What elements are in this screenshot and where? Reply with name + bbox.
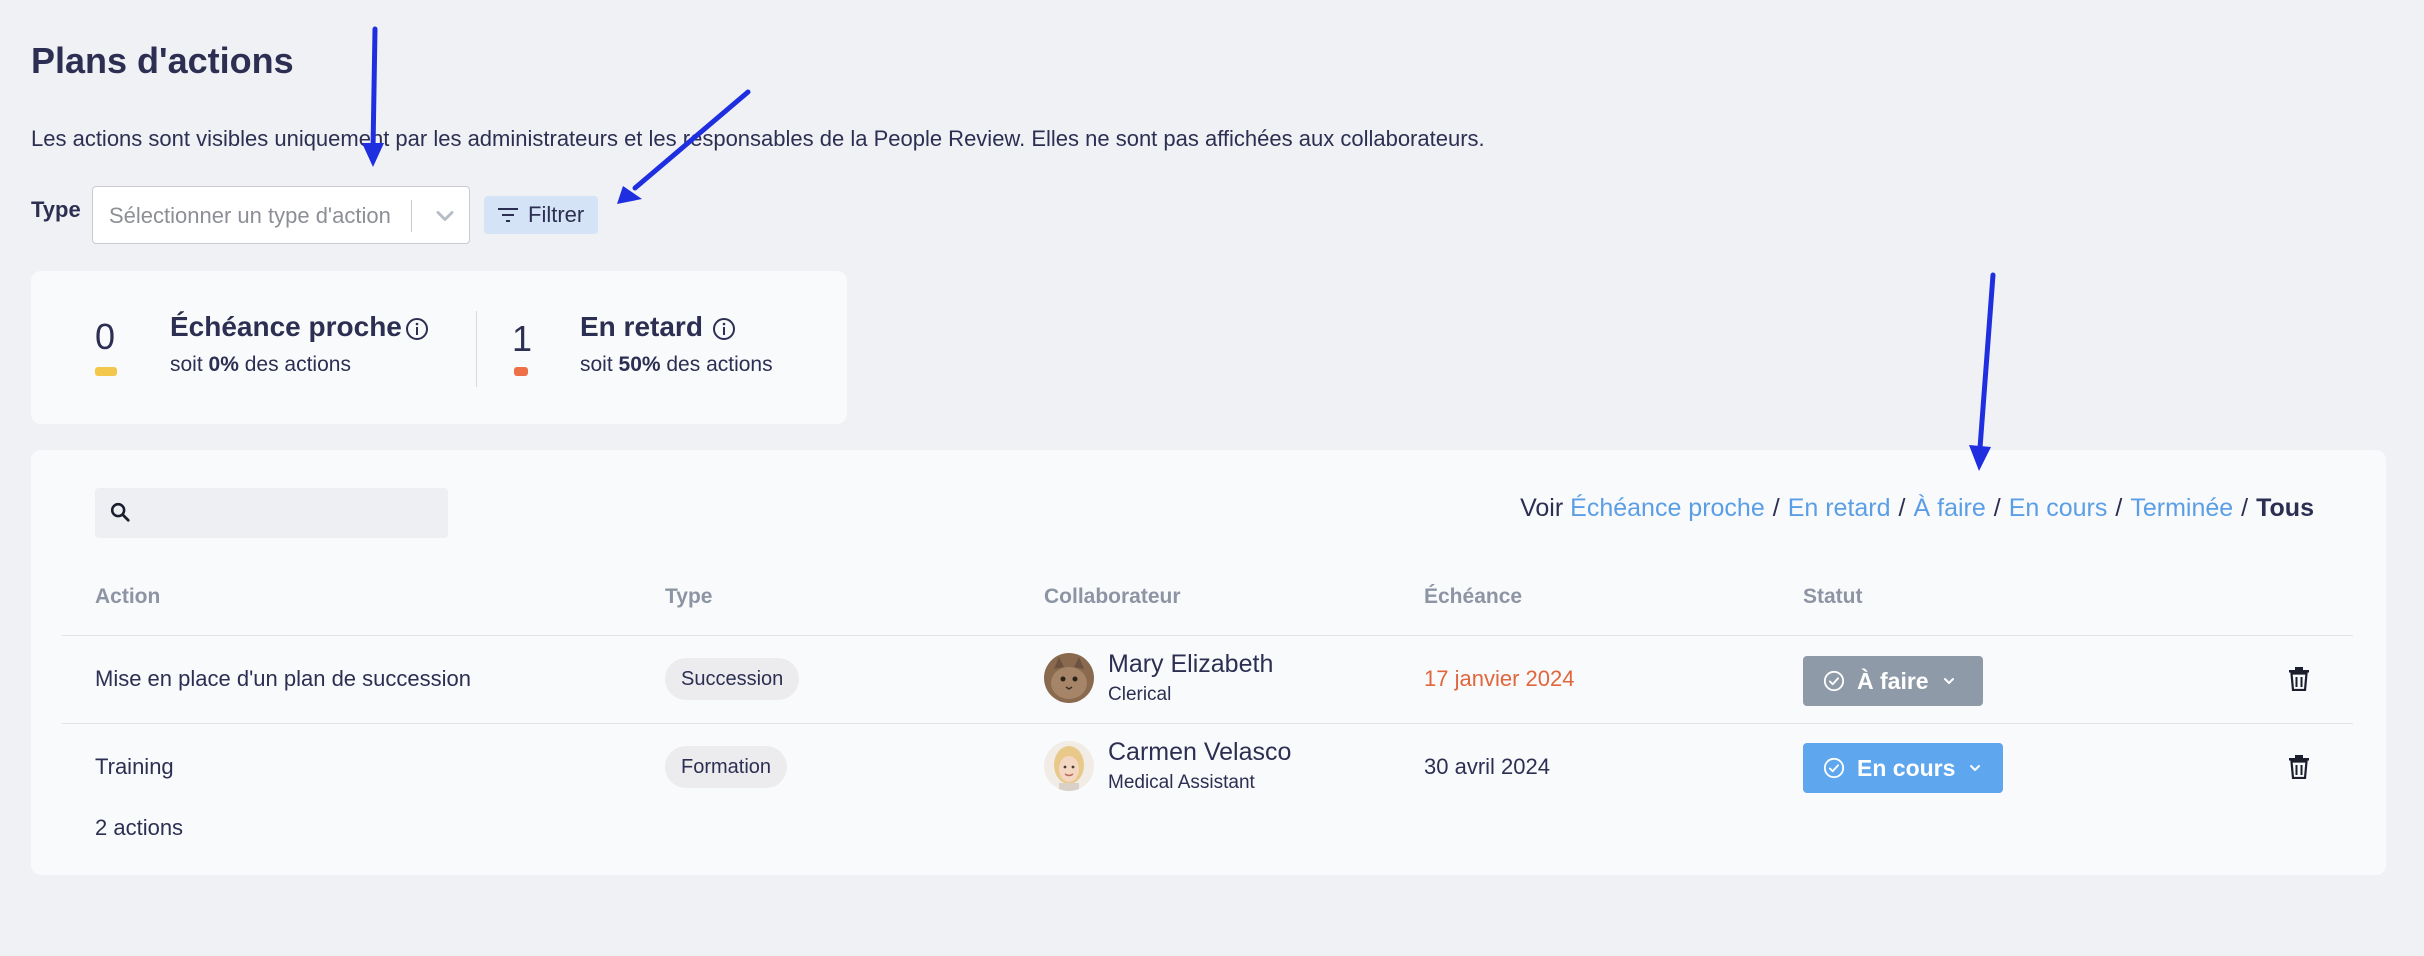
due-date: 17 janvier 2024	[1424, 666, 1575, 691]
column-header-type[interactable]: Type	[665, 585, 712, 609]
view-link-all[interactable]: Tous	[2256, 494, 2314, 522]
collaborator-name: Carmen Velasco	[1108, 738, 1292, 766]
view-separator: /	[1772, 494, 1780, 522]
filter-button-label: Filtrer	[528, 202, 585, 227]
check-circle-icon	[1823, 757, 1845, 779]
filter-icon	[498, 208, 518, 222]
collaborator-name: Mary Elizabeth	[1108, 650, 1274, 678]
trash-icon[interactable]	[2288, 755, 2310, 779]
trash-icon[interactable]	[2288, 667, 2310, 691]
status-dropdown[interactable]: À faire	[1803, 656, 1983, 706]
due-soon-count: 0	[95, 316, 116, 357]
view-separator: /	[1898, 494, 1906, 522]
late-title: En retard	[580, 311, 703, 342]
chevron-down-icon[interactable]	[431, 202, 459, 230]
view-separator: /	[2115, 494, 2123, 522]
column-header-status[interactable]: Statut	[1803, 585, 1863, 609]
chevron-down-icon	[1970, 765, 1981, 771]
late-count: 1	[512, 318, 533, 359]
search-input[interactable]	[95, 488, 448, 538]
due-soon-title: Échéance proche	[170, 311, 402, 342]
page-title: Plans d'actions	[31, 40, 294, 81]
due-date: 30 avril 2024	[1424, 754, 1550, 779]
kpi-divider	[476, 311, 477, 387]
view-link-late[interactable]: En retard	[1788, 494, 1891, 522]
page: Plans d'actions Les actions sont visible…	[0, 0, 2424, 956]
header-divider	[62, 635, 2353, 636]
type-tag: Succession	[665, 658, 800, 700]
check-circle-icon	[1823, 670, 1845, 692]
row-divider	[62, 723, 2353, 724]
page-description: Les actions sont visibles uniquement par…	[31, 126, 1485, 151]
view-separator: /	[2241, 494, 2249, 522]
late-subtitle: soit 50% des actions	[580, 353, 773, 376]
chevron-down-icon	[1943, 678, 1954, 684]
action-type-placeholder: Sélectionner un type d'action	[109, 203, 391, 228]
info-icon[interactable]	[405, 317, 429, 341]
view-filter: Voir Échéance proche / En retard / À faire / E…	[1520, 494, 2314, 523]
avatar	[1044, 653, 1094, 703]
due-soon-indicator	[95, 367, 117, 376]
actions-table-card: Voir Échéance proche / En retard / À faire / E…	[31, 450, 2386, 875]
column-header-due-date[interactable]: Échéance	[1424, 585, 1522, 609]
view-separator: /	[1993, 494, 2001, 522]
column-header-action[interactable]: Action	[95, 585, 160, 609]
late-indicator	[514, 367, 528, 376]
view-filter-label: Voir	[1520, 494, 1564, 522]
collaborator-role: Medical Assistant	[1108, 772, 1255, 793]
type-tag: Formation	[665, 746, 788, 788]
due-soon-percent: 0%	[208, 353, 239, 376]
view-link-done[interactable]: Terminée	[2130, 494, 2233, 522]
avatar	[1044, 741, 1094, 791]
view-link-due-soon[interactable]: Échéance proche	[1570, 494, 1765, 522]
kpi-card: 0 Échéance proche soit 0% des actions 1 …	[31, 271, 847, 424]
collaborator-role: Clerical	[1108, 684, 1172, 705]
row-action: Mise en place d'un plan de succession	[95, 666, 471, 691]
filter-button[interactable]: Filtrer	[484, 196, 598, 234]
late-percent: 50%	[618, 353, 661, 376]
action-type-select[interactable]: Sélectionner un type d'action	[92, 186, 470, 244]
row-action: Training	[95, 754, 174, 779]
view-link-in-progress[interactable]: En cours	[2009, 494, 2108, 522]
status-label: En cours	[1857, 754, 1956, 781]
search-icon	[110, 502, 130, 522]
status-label: À faire	[1857, 667, 1929, 694]
column-header-collaborator[interactable]: Collaborateur	[1044, 585, 1181, 609]
annotation-arrow-icon	[1969, 272, 1996, 471]
select-separator	[411, 200, 412, 232]
view-link-todo[interactable]: À faire	[1914, 494, 1986, 522]
info-icon[interactable]	[712, 317, 736, 341]
type-filter-label: Type	[31, 197, 81, 222]
actions-count: 2 actions	[95, 815, 184, 840]
status-dropdown[interactable]: En cours	[1803, 743, 2003, 793]
due-soon-subtitle: soit 0% des actions	[170, 353, 351, 376]
